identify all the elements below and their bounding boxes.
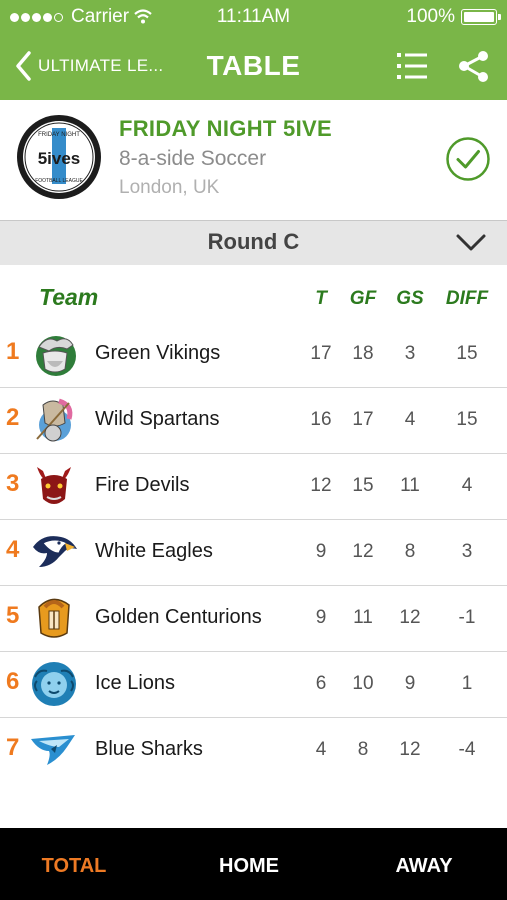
eagle-crest-icon bbox=[33, 536, 77, 567]
battery-icon bbox=[461, 9, 501, 25]
cell-gs: 11 bbox=[400, 475, 420, 496]
tab-away[interactable]: AWAY bbox=[364, 855, 484, 878]
team-name: White Eagles bbox=[95, 540, 213, 562]
team-name: Green Vikings bbox=[95, 342, 221, 364]
cell-gf: 12 bbox=[352, 541, 374, 562]
round-selector[interactable]: Round C bbox=[0, 221, 507, 265]
back-button[interactable]: ULTIMATE LE... bbox=[14, 50, 163, 82]
cell-gf: 11 bbox=[353, 607, 373, 628]
check-circle-icon[interactable] bbox=[445, 136, 491, 182]
table-row[interactable]: 2 Wild Spartans 16 17 4 15 bbox=[0, 388, 507, 454]
table-row[interactable]: 7 Blue Sharks 4 8 12 -4 bbox=[0, 718, 507, 783]
team-name: Fire Devils bbox=[95, 474, 190, 496]
devil-crest-icon bbox=[37, 467, 71, 504]
cell-gf: 18 bbox=[352, 343, 374, 364]
table-row[interactable]: 5 Golden Centurions 9 11 12 -1 bbox=[0, 586, 507, 652]
league-type: 8-a-side Soccer bbox=[119, 147, 267, 170]
lion-crest-icon bbox=[32, 662, 76, 706]
svg-text:FRIDAY NIGHT: FRIDAY NIGHT bbox=[38, 132, 80, 138]
league-name: FRIDAY NIGHT 5IVE bbox=[119, 116, 332, 141]
list-icon[interactable] bbox=[394, 48, 430, 84]
chevron-down-icon bbox=[456, 234, 486, 251]
table-row[interactable]: 1 Green Vikings 17 18 3 15 bbox=[0, 322, 507, 388]
cell-diff: 15 bbox=[456, 343, 478, 364]
svg-text:FOOTBALL LEAGUE: FOOTBALL LEAGUE bbox=[35, 178, 83, 184]
cell-diff: 15 bbox=[456, 409, 478, 430]
battery-percent: 100% bbox=[406, 6, 455, 27]
column-header-team[interactable]: Team bbox=[39, 284, 98, 311]
cell-diff: 4 bbox=[461, 475, 473, 496]
cell-gf: 10 bbox=[352, 673, 374, 694]
position: 2 bbox=[6, 404, 20, 431]
position: 7 bbox=[6, 734, 20, 761]
share-icon[interactable] bbox=[456, 48, 492, 84]
cell-gs: 3 bbox=[404, 343, 416, 364]
cell-gs: 12 bbox=[399, 607, 421, 628]
position: 6 bbox=[6, 668, 20, 695]
nav-bar: ULTIMATE LE... TABLE bbox=[0, 34, 507, 100]
position: 4 bbox=[6, 536, 20, 563]
round-label: Round C bbox=[207, 229, 300, 254]
position: 5 bbox=[6, 602, 20, 629]
back-chevron-icon bbox=[16, 51, 31, 81]
cell-gs: 12 bbox=[399, 739, 421, 760]
league-header: 5ives FRIDAY NIGHT FOOTBALL LEAGUE FRIDA… bbox=[0, 100, 507, 221]
cell-diff: 1 bbox=[461, 673, 473, 694]
spartan-crest-icon bbox=[36, 398, 73, 442]
team-name: Wild Spartans bbox=[95, 408, 220, 430]
league-logo[interactable]: 5ives FRIDAY NIGHT FOOTBALL LEAGUE bbox=[16, 114, 102, 200]
table-header: Team T GF GS DIFF bbox=[0, 278, 507, 322]
cell-gf: 17 bbox=[352, 409, 374, 430]
league-location: London, UK bbox=[119, 177, 220, 198]
tab-home[interactable]: HOME bbox=[189, 855, 309, 878]
tab-total[interactable]: TOTAL bbox=[14, 855, 134, 878]
cell-gf: 15 bbox=[352, 475, 374, 496]
shark-crest-icon bbox=[31, 735, 75, 765]
cell-gs: 9 bbox=[404, 673, 416, 694]
back-label: ULTIMATE LE... bbox=[38, 56, 164, 75]
cell-diff: -1 bbox=[458, 607, 476, 628]
top-bar: Carrier 11:11AM 100% ULTIMATE LE... TABL… bbox=[0, 0, 507, 100]
position: 1 bbox=[6, 338, 20, 365]
column-header-gs[interactable]: GS bbox=[385, 288, 435, 310]
cell-diff: 3 bbox=[461, 541, 473, 562]
cell-diff: -4 bbox=[458, 739, 476, 760]
table-row[interactable]: 3 Fire Devils 12 15 11 4 bbox=[0, 454, 507, 520]
centurion-crest-icon bbox=[38, 598, 70, 638]
standings-table: 1 Green Vikings 17 18 3 15 2 Wild Sparta… bbox=[0, 322, 507, 783]
tab-bar: TOTAL HOME AWAY bbox=[0, 828, 507, 900]
table-row[interactable]: 6 Ice Lions 6 10 9 1 bbox=[0, 652, 507, 718]
position: 3 bbox=[6, 470, 20, 497]
cell-gf: 8 bbox=[357, 739, 369, 760]
team-name: Ice Lions bbox=[95, 672, 176, 694]
column-header-gf[interactable]: GF bbox=[338, 288, 388, 310]
viking-crest-icon bbox=[36, 336, 76, 376]
cell-gs: 4 bbox=[404, 409, 416, 430]
team-name: Blue Sharks bbox=[95, 738, 203, 760]
battery-indicator: 100% bbox=[406, 6, 501, 28]
table-row[interactable]: 4 White Eagles 9 12 8 3 bbox=[0, 520, 507, 586]
cell-gs: 8 bbox=[404, 541, 416, 562]
team-name: Golden Centurions bbox=[95, 606, 262, 628]
svg-text:5ives: 5ives bbox=[38, 149, 81, 168]
status-bar: Carrier 11:11AM 100% bbox=[0, 0, 507, 34]
column-header-diff[interactable]: DIFF bbox=[442, 288, 492, 310]
